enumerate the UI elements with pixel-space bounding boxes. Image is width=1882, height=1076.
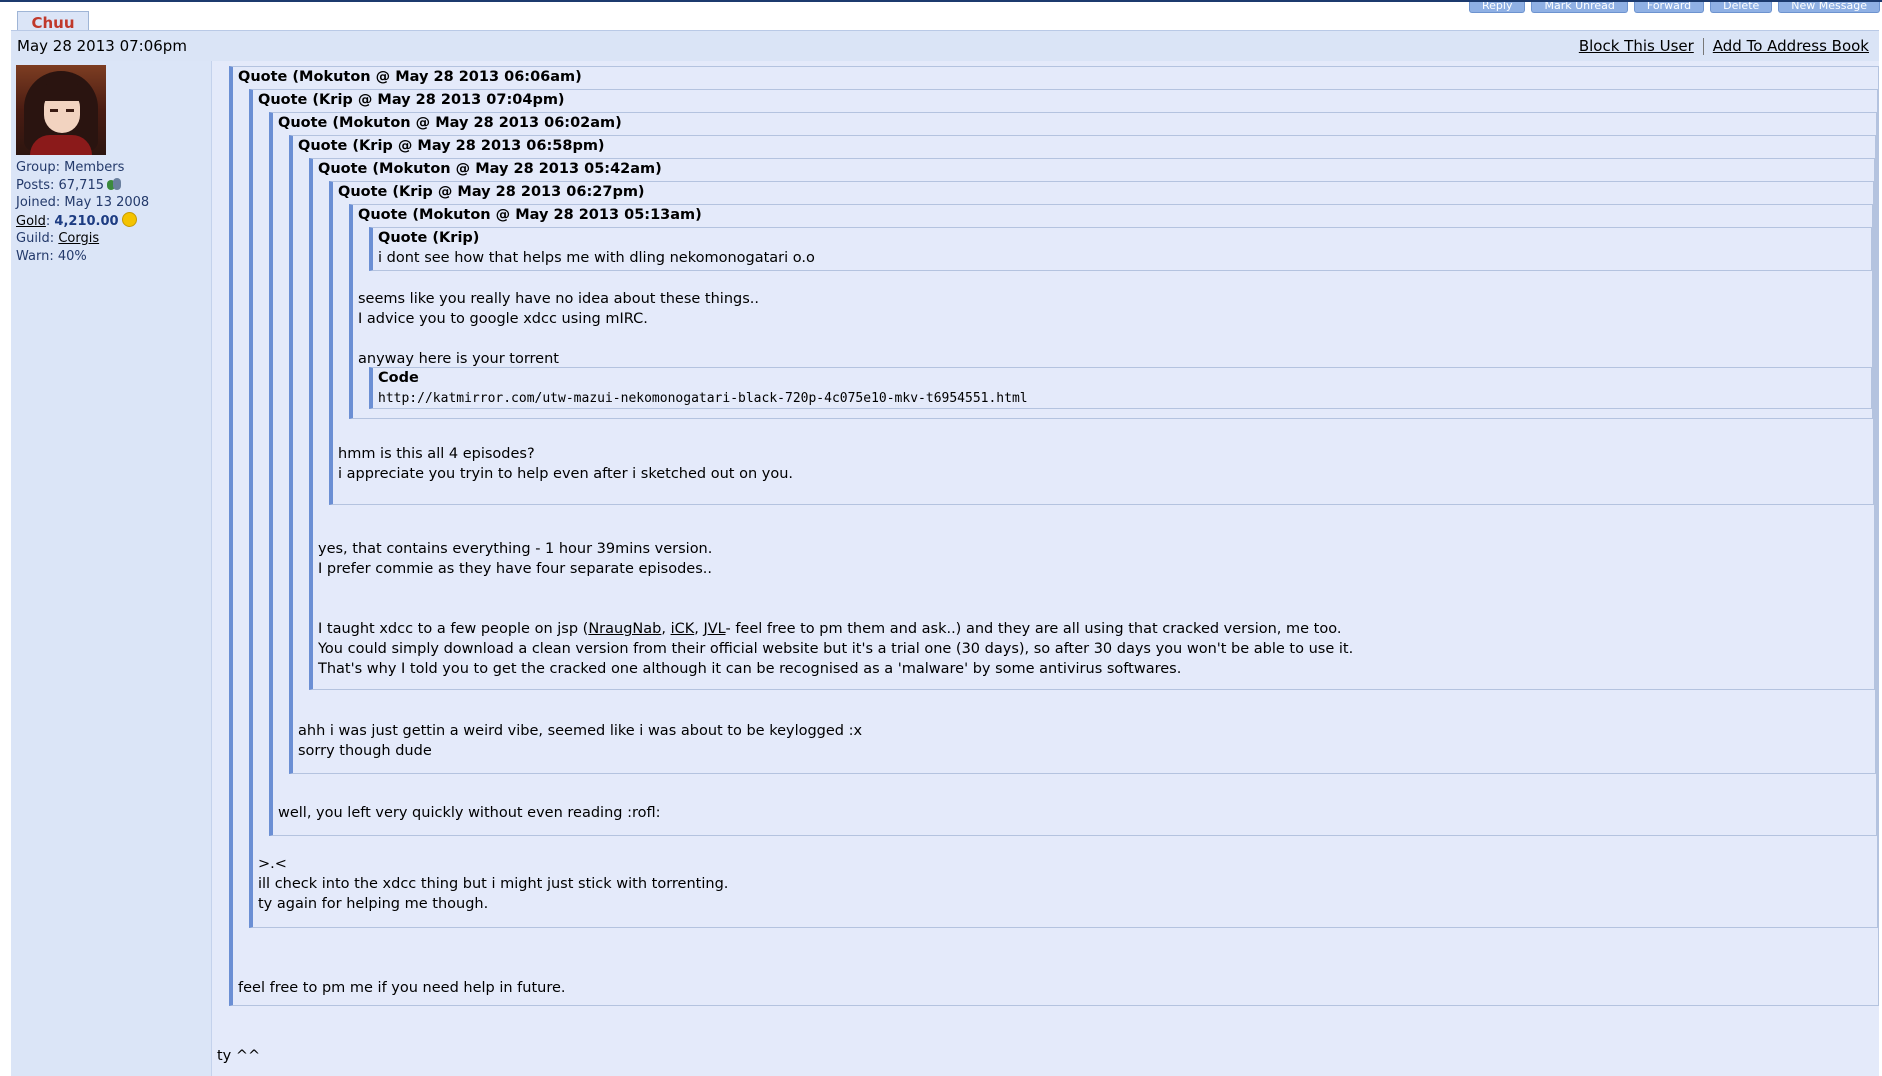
code-header: Code xyxy=(378,370,419,386)
guild-link[interactable]: Corgis xyxy=(58,231,99,246)
post-content: Quote (Mokuton @ May 28 2013 06:06am) Qu… xyxy=(229,66,1879,1071)
reply-line: I advice you to google xdcc using mIRC. xyxy=(358,311,648,327)
closing-message: ty ^^ xyxy=(217,1048,261,1064)
quote-title: Quote (Krip @ May 28 2013 06:27pm) xyxy=(338,184,645,200)
reply-line: I taught xdcc to a few people on jsp (Nr… xyxy=(318,621,1342,637)
reply-line: yes, that contains everything - 1 hour 3… xyxy=(318,541,713,557)
reply-line: You could simply download a clean versio… xyxy=(318,641,1354,657)
code-block: Code http://katmirror.com/utw-mazui-neko… xyxy=(369,367,1872,409)
link-separator xyxy=(1702,38,1704,55)
reply-line: >.< xyxy=(258,856,287,872)
reply-line: seems like you really have no idea about… xyxy=(358,291,760,307)
group-value: Members xyxy=(64,160,125,175)
message-toolbar: Chuu Reply Mark Unread Forward Delete Ne… xyxy=(0,2,1882,34)
quote-level-2: Quote (Krip @ May 28 2013 07:04pm) Quote… xyxy=(249,89,1878,928)
quote-level-6: Quote (Krip @ May 28 2013 06:27pm) Quote… xyxy=(329,181,1874,505)
user-profile-sidebar: Group: Members Posts: 67,715 Joined: May… xyxy=(11,61,212,1076)
quote-title: Quote (Mokuton @ May 28 2013 06:06am) xyxy=(238,69,582,85)
user-link-jvl[interactable]: JVL xyxy=(703,621,725,637)
new-message-button[interactable]: New Message xyxy=(1778,2,1880,13)
user-link-nraugnab[interactable]: NraugNab xyxy=(588,621,661,637)
action-buttons: Reply Mark Unread Forward Delete New Mes… xyxy=(1469,2,1880,13)
warn-row: Warn: 40% xyxy=(16,248,149,266)
quote-level-7: Quote (Mokuton @ May 28 2013 05:13am) Qu… xyxy=(349,204,1873,419)
user-stats: Group: Members Posts: 67,715 Joined: May… xyxy=(16,159,149,265)
reply-line: well, you left very quickly without even… xyxy=(278,805,661,821)
reply-line: ahh i was just gettin a weird vibe, seem… xyxy=(298,723,863,739)
quote-text: i dont see how that helps me with dling … xyxy=(378,250,815,266)
quote-title: Quote (Mokuton @ May 28 2013 06:02am) xyxy=(278,115,622,131)
group-label: Group: xyxy=(16,160,60,175)
quote-title: Quote (Krip) xyxy=(378,230,480,246)
reply-line: That's why I told you to get the cracked… xyxy=(318,661,1182,677)
quote-level-3: Quote (Mokuton @ May 28 2013 06:02am) Qu… xyxy=(269,112,1877,836)
code-text[interactable]: http://katmirror.com/utw-mazui-nekomonog… xyxy=(378,391,1028,406)
quote-level-1: Quote (Mokuton @ May 28 2013 06:06am) Qu… xyxy=(229,66,1879,1006)
quote-level-5: Quote (Mokuton @ May 28 2013 05:42am) Qu… xyxy=(309,158,1875,690)
quote-title: Quote (Krip @ May 28 2013 07:04pm) xyxy=(258,92,565,108)
quote-title: Quote (Mokuton @ May 28 2013 05:42am) xyxy=(318,161,662,177)
members-icon xyxy=(107,177,121,191)
header-links: Block This User Add To Address Book xyxy=(1579,37,1869,55)
reply-line: ill check into the xdcc thing but i migh… xyxy=(258,876,729,892)
delete-button[interactable]: Delete xyxy=(1710,2,1773,13)
guild-label: Guild: xyxy=(16,231,55,246)
reply-line: i appreciate you tryin to help even afte… xyxy=(338,466,794,482)
reply-line: hmm is this all 4 episodes? xyxy=(338,446,535,462)
reply-line: I prefer commie as they have four separa… xyxy=(318,561,712,577)
block-user-link[interactable]: Block This User xyxy=(1579,37,1694,55)
joined-row: Joined: May 13 2008 xyxy=(16,194,149,212)
posts-row: Posts: 67,715 xyxy=(16,177,149,195)
avatar[interactable] xyxy=(16,65,106,155)
guild-row: Guild: Corgis xyxy=(16,230,149,248)
reply-line: ty again for helping me though. xyxy=(258,896,489,912)
quote-level-4: Quote (Krip @ May 28 2013 06:58pm) Quote… xyxy=(289,135,1876,774)
gold-link[interactable]: Gold xyxy=(16,214,46,229)
add-address-book-link[interactable]: Add To Address Book xyxy=(1713,37,1869,55)
reply-line: feel free to pm me if you need help in f… xyxy=(238,980,566,996)
group-row: Group: Members xyxy=(16,159,149,177)
warn-label: Warn: xyxy=(16,248,54,264)
post-body: Group: Members Posts: 67,715 Joined: May… xyxy=(11,61,1879,1076)
quote-title: Quote (Mokuton @ May 28 2013 05:13am) xyxy=(358,207,702,223)
posts-value: 67,715 xyxy=(58,177,105,193)
post-date: May 28 2013 07:06pm xyxy=(17,37,187,55)
posts-label: Posts: xyxy=(16,177,55,193)
reply-line: sorry though dude xyxy=(298,743,432,759)
reply-line: anyway here is your torrent xyxy=(358,351,559,367)
mark-unread-button[interactable]: Mark Unread xyxy=(1531,2,1628,13)
forward-button[interactable]: Forward xyxy=(1633,2,1705,13)
gold-coin-icon xyxy=(121,211,137,227)
warn-value: 40% xyxy=(57,248,87,264)
reply-button[interactable]: Reply xyxy=(1469,2,1526,13)
gold-value: 4,210.00 xyxy=(54,213,119,229)
post-header: May 28 2013 07:06pm Block This User Add T… xyxy=(11,30,1879,62)
user-link-ick[interactable]: iCK xyxy=(671,621,695,637)
joined-value: May 13 2008 xyxy=(64,195,150,210)
joined-label: Joined: xyxy=(16,195,61,210)
gold-row: Gold: 4,210.00 xyxy=(16,211,149,231)
quote-title: Quote (Krip @ May 28 2013 06:58pm) xyxy=(298,138,605,154)
quote-level-8: Quote (Krip) i dont see how that helps m… xyxy=(369,227,1872,271)
